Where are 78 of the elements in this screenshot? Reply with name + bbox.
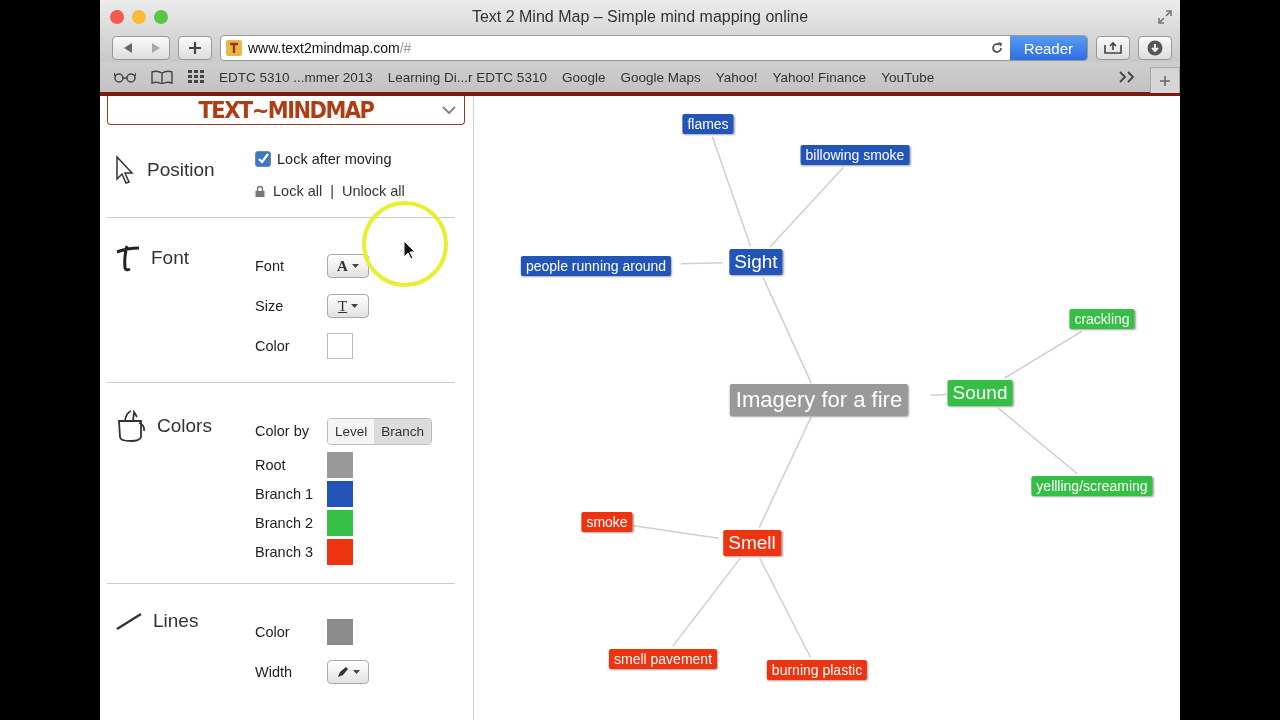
- bookmark-link[interactable]: Google Maps: [620, 69, 701, 85]
- connector-line: [680, 262, 724, 265]
- branch-node[interactable]: Sight: [729, 249, 783, 275]
- caret-icon: [351, 304, 359, 308]
- close-button[interactable]: [110, 10, 124, 24]
- color-swatch[interactable]: [327, 510, 353, 536]
- color-swatch[interactable]: [327, 481, 353, 507]
- bookmark-link[interactable]: Learning Di...r EDTC 5310: [387, 69, 547, 85]
- leaf-node[interactable]: flames: [682, 114, 734, 134]
- glasses-icon[interactable]: [114, 71, 136, 83]
- leaf-node[interactable]: burning plastic: [766, 660, 868, 680]
- field-label: Size: [255, 298, 285, 314]
- field-label: Font: [255, 258, 285, 274]
- field-label: Color: [255, 624, 291, 640]
- field-label: Root: [255, 457, 287, 473]
- bookmark-link[interactable]: Google: [561, 69, 606, 85]
- plus-icon: [1160, 75, 1170, 86]
- field-label: Width: [255, 664, 294, 680]
- share-button[interactable]: [1096, 36, 1130, 60]
- bookmark-link[interactable]: EDTC 5310 ...mmer 2013: [219, 69, 373, 85]
- field-label: Branch 1: [255, 486, 315, 502]
- add-button[interactable]: [178, 36, 212, 60]
- separator: |: [330, 183, 334, 199]
- download-icon: [1147, 40, 1163, 56]
- chevron-icon: [442, 106, 456, 115]
- section-title: Font: [151, 247, 190, 269]
- segment-toggle[interactable]: Level: [328, 418, 375, 444]
- bookmark-link[interactable]: YouTube: [881, 69, 935, 85]
- bookmark-link[interactable]: Yahoo!: [715, 69, 758, 85]
- new-tab-button[interactable]: [1150, 67, 1180, 93]
- field-label: Color: [255, 338, 291, 354]
- width-dropdown[interactable]: [327, 660, 369, 684]
- reload-icon[interactable]: [989, 41, 1004, 55]
- field-label: Color by: [255, 423, 310, 439]
- download-button[interactable]: [1138, 36, 1172, 60]
- bookmark-link[interactable]: Yahoo! Finance: [772, 69, 867, 85]
- leaf-node[interactable]: billowing smoke: [800, 145, 910, 165]
- grid-icon[interactable]: [188, 70, 204, 84]
- checkbox-label: Lock after moving: [277, 151, 392, 167]
- fullscreen-icon[interactable]: [1158, 10, 1172, 24]
- branch-node[interactable]: Smell: [723, 530, 781, 556]
- size-dropdown[interactable]: T: [327, 294, 369, 318]
- leaf-node[interactable]: smoke: [581, 512, 633, 532]
- leaf-node[interactable]: people running around: [520, 256, 672, 276]
- color-swatch[interactable]: [327, 539, 353, 565]
- caret-icon: [351, 264, 359, 268]
- leaf-node[interactable]: smell pavement: [609, 649, 717, 669]
- connector-line: [929, 393, 948, 396]
- address-field[interactable]: www.text2mindmap.com/# Reader: [220, 35, 1088, 61]
- plus-icon: [188, 41, 202, 55]
- lock-all-link[interactable]: Lock all: [273, 183, 323, 199]
- share-icon: [1103, 41, 1123, 55]
- color-swatch[interactable]: [327, 333, 353, 359]
- logo-dropdown[interactable]: TEXT~MINDMAP: [107, 96, 465, 125]
- paint-bucket-icon: [115, 409, 147, 443]
- section-title: Position: [147, 159, 215, 181]
- back-forward-buttons[interactable]: [112, 36, 170, 60]
- caret-icon: [352, 670, 360, 674]
- unlock-all-link[interactable]: Unlock all: [341, 183, 405, 199]
- line-icon: [115, 611, 143, 631]
- reader-button[interactable]: Reader: [1009, 36, 1087, 60]
- section-title: Colors: [157, 415, 212, 437]
- color-swatch[interactable]: [327, 619, 353, 645]
- letter-t-icon: [115, 244, 141, 272]
- font-dropdown[interactable]: A: [327, 254, 369, 278]
- checkbox[interactable]: [255, 151, 271, 167]
- site-icon: [226, 40, 242, 56]
- more-bookmarks-icon[interactable]: [1119, 71, 1135, 83]
- segment-toggle[interactable]: Branch: [374, 418, 432, 444]
- window-title: Text 2 Mind Map – Simple mind mapping online: [471, 8, 809, 26]
- mouse-cursor-icon: [403, 240, 417, 260]
- field-label: Branch 2: [255, 515, 315, 531]
- field-label: Branch 3: [255, 544, 315, 560]
- lock-icon: [255, 185, 265, 197]
- section-title: Lines: [153, 610, 199, 632]
- color-swatch[interactable]: [327, 452, 353, 478]
- book-icon[interactable]: [151, 70, 173, 84]
- pencil-icon: [336, 666, 349, 678]
